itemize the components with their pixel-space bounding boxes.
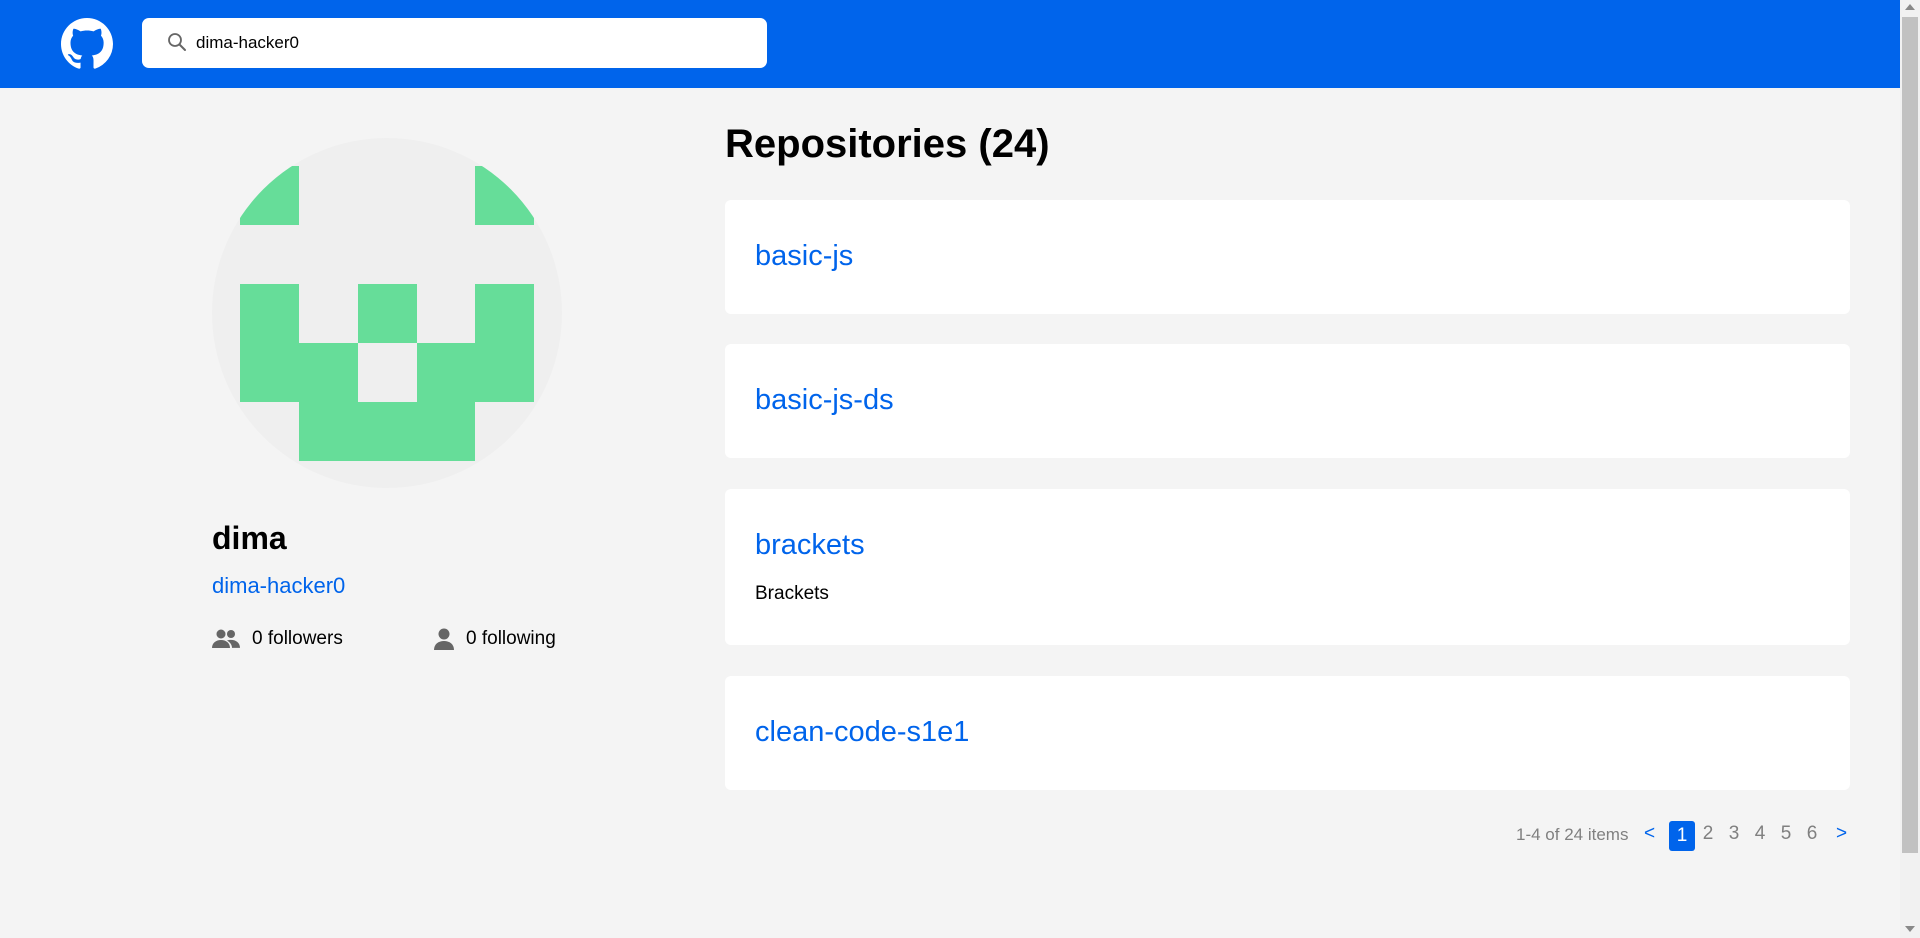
repo-card: clean-code-s1e1 [725,676,1850,790]
repo-card: basic-js [725,200,1850,314]
following-count: 0 following [466,628,556,649]
repo-description: Brackets [755,583,829,604]
avatar [212,138,562,488]
pagination-prev-button[interactable]: < [1644,823,1655,845]
github-icon[interactable] [61,18,113,70]
top-bar [0,0,1900,88]
search-box[interactable] [142,18,767,68]
search-icon [168,33,186,51]
followers-count: 0 followers [252,628,343,649]
repo-link[interactable]: basic-js-ds [755,384,894,417]
scroll-up-arrow-icon[interactable] [1905,4,1915,10]
repo-link[interactable]: clean-code-s1e1 [755,716,969,749]
repo-card: basic-js-ds [725,344,1850,458]
pagination-page-6[interactable]: 6 [1799,823,1825,845]
pagination-page-1[interactable]: 1 [1669,821,1695,851]
people-icon [212,629,240,648]
pagination-page-5[interactable]: 5 [1773,823,1799,845]
scrollbar-thumb[interactable] [1902,17,1918,853]
pagination-info: 1-4 of 24 items [1516,825,1629,844]
pagination-page-4[interactable]: 4 [1747,823,1773,845]
profile-login-link[interactable]: dima-hacker0 [212,573,345,599]
person-icon [434,628,454,650]
followers-stat: 0 followers [212,628,343,650]
profile-name: dima [212,520,287,556]
scroll-down-arrow-icon[interactable] [1905,926,1915,932]
following-stat: 0 following [434,628,556,650]
repo-card: brackets Brackets [725,489,1850,645]
pagination-page-2[interactable]: 2 [1695,823,1721,845]
page-scrollbar[interactable] [1900,0,1920,938]
pagination-page-3[interactable]: 3 [1721,823,1747,845]
repo-link[interactable]: basic-js [755,240,853,273]
repositories-title: Repositories (24) [725,122,1050,166]
repo-link[interactable]: brackets [755,529,865,562]
pagination-next-button[interactable]: > [1836,823,1847,845]
search-input[interactable] [196,18,746,68]
